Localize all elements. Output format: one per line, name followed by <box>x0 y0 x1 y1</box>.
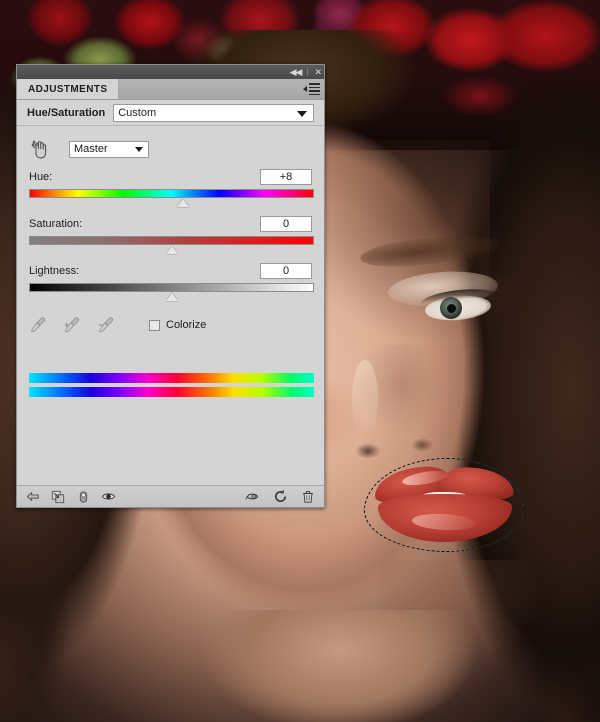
panel-tab-bar: ADJUSTMENTS <box>17 79 324 100</box>
colorize-label: Colorize <box>166 319 206 331</box>
clip-to-layer-icon[interactable] <box>50 489 66 505</box>
lightness-slider-group: Lightness: 0 <box>29 262 312 301</box>
saturation-slider-header: Saturation: 0 <box>29 215 312 232</box>
lightness-value-input[interactable]: 0 <box>260 263 312 279</box>
hue-track-wrap[interactable] <box>29 189 312 207</box>
colorize-checkbox[interactable]: Colorize <box>149 319 206 331</box>
pupil <box>447 304 456 313</box>
eyedropper-add-icon[interactable] <box>63 316 81 334</box>
footer-right-group <box>244 489 316 505</box>
saturation-slider-group: Saturation: 0 <box>29 215 312 254</box>
preset-row: Hue/Saturation Custom <box>17 100 324 126</box>
view-previous-state-icon[interactable] <box>244 489 260 505</box>
on-image-adjustment-hand-icon[interactable] <box>29 138 51 160</box>
nose-highlight <box>352 360 378 436</box>
hue-value-input[interactable]: +8 <box>260 169 312 185</box>
saturation-slider-handle[interactable] <box>166 246 178 254</box>
hue-slider-handle[interactable] <box>177 199 189 207</box>
hue-slider-group: Hue: +8 <box>29 168 312 207</box>
lightness-gradient-track[interactable] <box>29 283 314 292</box>
lightness-track-wrap[interactable] <box>29 283 312 301</box>
saturation-track-wrap[interactable] <box>29 236 312 254</box>
chevron-down-icon <box>135 147 143 152</box>
saturation-label: Saturation: <box>29 218 82 230</box>
menu-lines-icon <box>309 83 320 95</box>
preset-dropdown-value: Custom <box>118 107 156 119</box>
hue-reference-bar-adjusted <box>29 387 314 397</box>
channel-dropdown[interactable]: Master <box>69 141 149 158</box>
saturation-gradient-track[interactable] <box>29 236 314 245</box>
checkbox-box-icon[interactable] <box>149 320 160 331</box>
tab-adjustments[interactable]: ADJUSTMENTS <box>17 79 119 99</box>
chevron-down-icon <box>297 111 307 117</box>
photoshop-canvas: ◀◀ ✕ ADJUSTMENTS Hue/Saturation Custom <box>0 0 600 722</box>
return-to-adjustment-list-icon[interactable] <box>25 489 41 505</box>
hue-slider-header: Hue: +8 <box>29 168 312 185</box>
hue-label: Hue: <box>29 171 52 183</box>
tool-row: Master <box>29 136 312 162</box>
footer-left-group <box>25 489 116 505</box>
menu-arrow-icon <box>303 86 307 92</box>
channel-dropdown-value: Master <box>74 143 108 155</box>
preset-dropdown[interactable]: Custom <box>113 104 314 122</box>
panel-footer <box>17 485 324 507</box>
panel-titlebar[interactable]: ◀◀ ✕ <box>17 65 324 79</box>
panel-body: Master Hue: +8 Saturation: 0 <box>17 126 324 397</box>
hue-reference-bars <box>29 373 312 397</box>
eyedropper-subtract-icon[interactable] <box>97 316 115 334</box>
close-icon[interactable]: ✕ <box>314 68 321 77</box>
lips-selection[interactable] <box>360 452 530 557</box>
tab-bar-filler <box>119 79 324 99</box>
reset-icon[interactable] <box>272 489 288 505</box>
lightness-slider-handle[interactable] <box>166 293 178 301</box>
panel-menu-icon[interactable] <box>303 83 320 95</box>
lightness-label: Lightness: <box>29 265 79 277</box>
neck <box>200 610 480 722</box>
delete-layer-icon[interactable] <box>300 489 316 505</box>
hue-reference-bar-original <box>29 373 314 383</box>
lightness-slider-header: Lightness: 0 <box>29 262 312 279</box>
adjustments-panel[interactable]: ◀◀ ✕ ADJUSTMENTS Hue/Saturation Custom <box>16 64 325 508</box>
toggle-layer-visibility-switch-icon[interactable] <box>75 489 91 505</box>
adjustment-title: Hue/Saturation <box>27 107 105 119</box>
titlebar-divider <box>307 68 308 76</box>
saturation-value-input[interactable]: 0 <box>260 216 312 232</box>
preview-eye-icon[interactable] <box>100 489 116 505</box>
eyedropper-row: Colorize <box>29 313 312 337</box>
collapse-panel-icon[interactable]: ◀◀ <box>290 68 302 77</box>
hue-gradient-track[interactable] <box>29 189 314 198</box>
eyedropper-icon[interactable] <box>29 316 47 334</box>
